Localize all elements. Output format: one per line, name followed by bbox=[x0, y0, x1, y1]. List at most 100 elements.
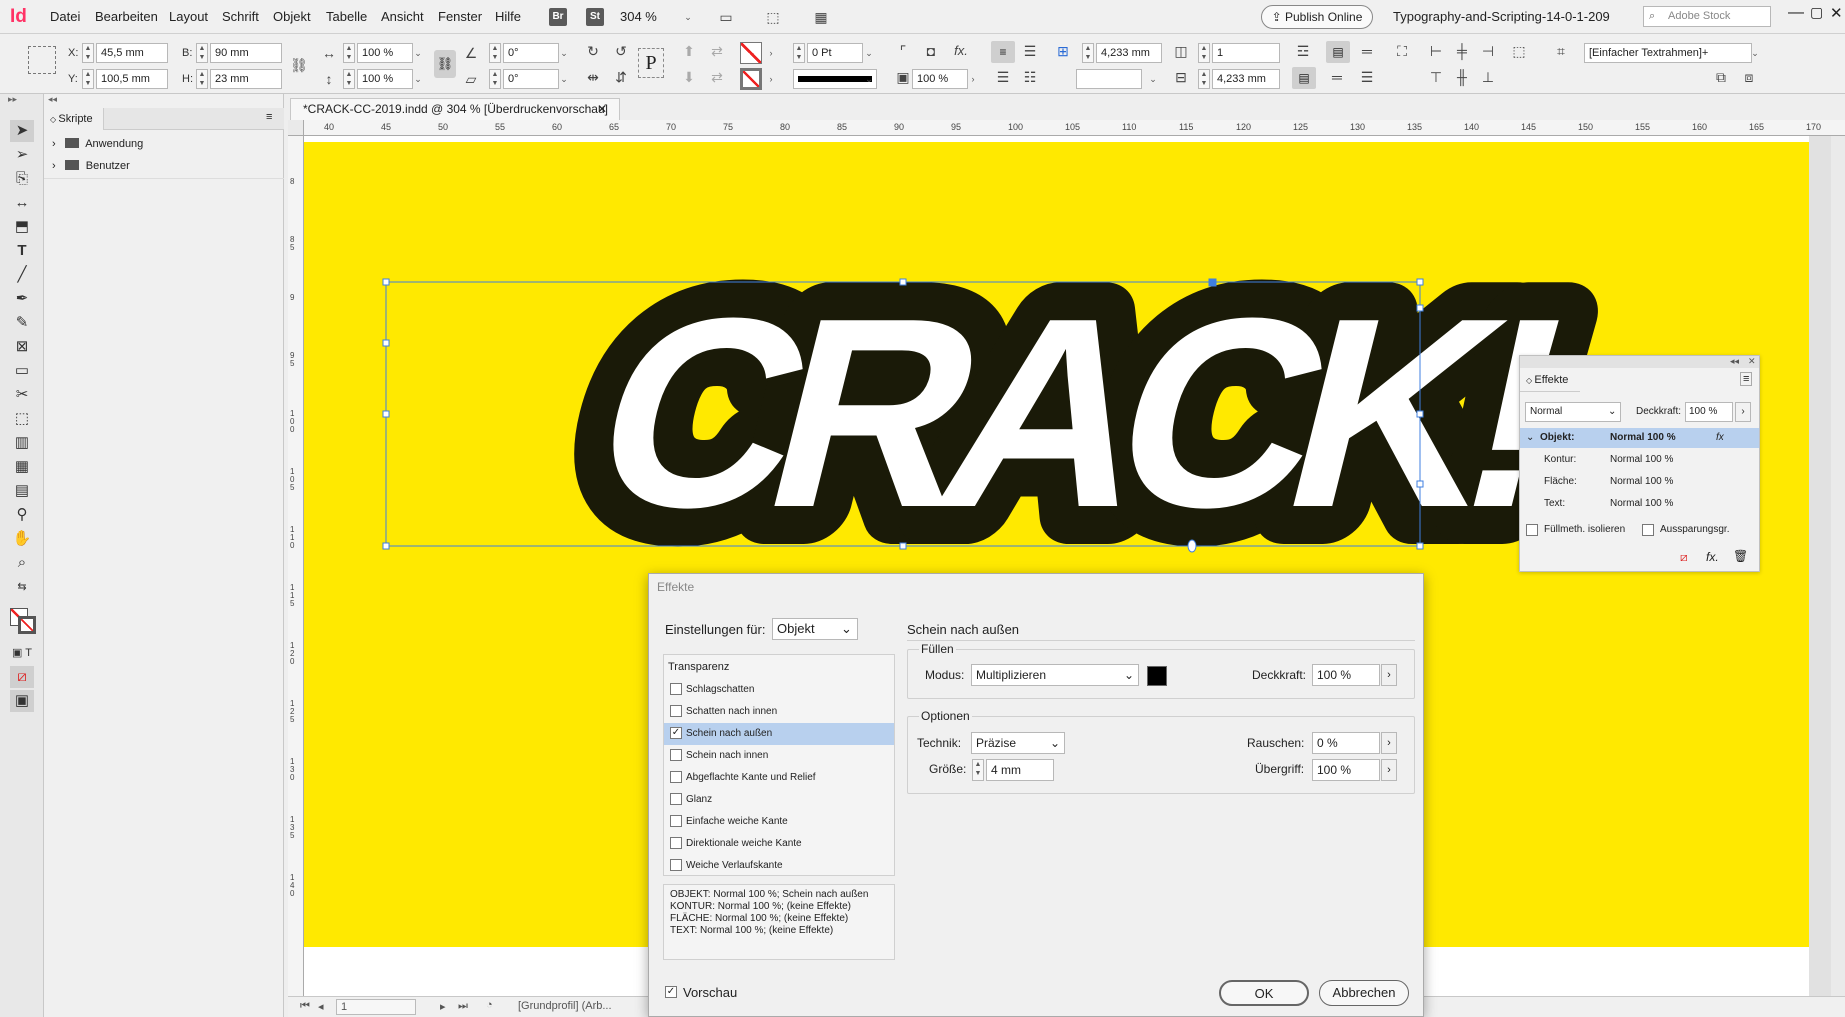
list-item[interactable]: › Anwendung bbox=[44, 134, 284, 154]
effect-checkbox[interactable] bbox=[670, 793, 682, 805]
free-transform-tool[interactable]: ⬚ bbox=[10, 408, 34, 430]
fx-icon[interactable]: fx. bbox=[950, 40, 972, 62]
align-v-center-icon[interactable]: ╫ bbox=[1451, 66, 1473, 88]
screen-mode-icon[interactable]: ▭ bbox=[715, 6, 737, 28]
vertical-align-button[interactable]: ▤ bbox=[1292, 67, 1316, 89]
chevron-right-icon[interactable]: › bbox=[764, 43, 778, 63]
column-width-stepper[interactable]: ▲ ▼ bbox=[1198, 69, 1210, 89]
effect-checkbox[interactable] bbox=[670, 859, 682, 871]
chevron-down-icon[interactable]: ⌄ bbox=[411, 69, 425, 89]
stock-button[interactable]: St bbox=[586, 8, 604, 26]
width-stepper[interactable]: ▲ ▼ bbox=[196, 43, 208, 63]
chevron-right-icon[interactable]: › bbox=[1381, 759, 1397, 781]
vertical-justify-button[interactable]: ▤ bbox=[1326, 41, 1350, 63]
size-stepper[interactable]: ▲ ▼ bbox=[972, 759, 984, 781]
selection-tool[interactable]: ➤ bbox=[10, 120, 34, 142]
menu-layout[interactable]: Layout bbox=[169, 9, 208, 24]
corner-options-icon[interactable]: ⌜ bbox=[892, 40, 914, 62]
note-tool[interactable]: ▤ bbox=[10, 480, 34, 502]
list-item[interactable]: › Benutzer bbox=[44, 156, 284, 176]
effect-item[interactable]: Einfache weiche Kante bbox=[664, 811, 894, 833]
apply-none-icon[interactable]: ⧄ bbox=[10, 666, 34, 688]
next-page-icon[interactable]: ▸ bbox=[440, 1000, 446, 1013]
menu-ansicht[interactable]: Ansicht bbox=[381, 9, 424, 24]
effect-checkbox[interactable] bbox=[670, 837, 682, 849]
select-previous-icon[interactable]: ⇄ bbox=[706, 40, 728, 62]
chevron-down-icon[interactable]: ⌄ bbox=[557, 43, 571, 63]
x-field[interactable]: 45,5 mm bbox=[96, 43, 168, 63]
baseline-field[interactable] bbox=[1076, 69, 1142, 89]
rectangle-tool[interactable]: ▭ bbox=[10, 360, 34, 382]
vertical-scrollbar[interactable] bbox=[1831, 136, 1845, 996]
menu-datei[interactable]: Datei bbox=[50, 9, 80, 24]
align-top-edges-icon[interactable]: ⊤ bbox=[1425, 66, 1447, 88]
menu-objekt[interactable]: Objekt bbox=[273, 9, 311, 24]
effect-item[interactable]: Direktionale weiche Kante bbox=[664, 833, 894, 855]
blend-mode-select[interactable]: Normal ⌄ bbox=[1525, 402, 1621, 422]
chevron-down-icon[interactable]: ⌄ bbox=[557, 69, 571, 89]
effects-row-object[interactable]: ⌄ Objekt: Normal 100 % fx bbox=[1520, 428, 1759, 448]
gradient-feather-tool[interactable]: ▦ bbox=[10, 456, 34, 478]
first-page-icon[interactable]: ⏮ bbox=[300, 1000, 310, 1013]
spread-field[interactable]: 100 % bbox=[1312, 759, 1380, 781]
align-top-button[interactable]: ≡ bbox=[991, 41, 1015, 63]
chevron-down-icon[interactable]: ⌄ bbox=[1526, 428, 1534, 448]
fill-opacity-field[interactable]: 100 % bbox=[1312, 664, 1380, 686]
preflight-icon[interactable]: ◔ bbox=[486, 999, 493, 1011]
chevron-down-icon[interactable]: ⌄ bbox=[411, 43, 425, 63]
formatting-container-icon[interactable]: ▣ T bbox=[10, 642, 34, 664]
column-width-field[interactable]: 4,233 mm bbox=[1212, 69, 1280, 89]
technique-select[interactable]: Präzise ⌄ bbox=[971, 732, 1065, 754]
link-scale-button[interactable]: ⛓ bbox=[434, 50, 456, 78]
flip-horizontal-icon[interactable]: ⇹ bbox=[582, 66, 604, 88]
y-field[interactable]: 100,5 mm bbox=[96, 69, 168, 89]
scale-y-stepper[interactable]: ▲ ▼ bbox=[343, 69, 355, 89]
effect-item[interactable]: Schlagschatten bbox=[664, 679, 894, 701]
close-window-button[interactable]: ✕ bbox=[1830, 4, 1843, 22]
menu-hilfe[interactable]: Hilfe bbox=[495, 9, 521, 24]
vertical-center-icon[interactable]: ═ bbox=[1356, 40, 1378, 62]
pencil-tool[interactable]: ✎ bbox=[10, 312, 34, 334]
workspace-switcher[interactable]: Typography-and-Scripting-14-0-1-209 bbox=[1393, 9, 1610, 24]
publish-online-button[interactable]: ⇪ Publish Online bbox=[1261, 5, 1373, 29]
ruler-corner[interactable] bbox=[288, 120, 304, 136]
swap-colors-icon[interactable]: ⇆ bbox=[10, 576, 34, 598]
vertical-bottom-icon[interactable]: ═ bbox=[1326, 66, 1348, 88]
object-style-select[interactable]: [Einfacher Textrahmen]+ bbox=[1584, 43, 1752, 63]
align-left-edges-icon[interactable]: ⊢ bbox=[1425, 40, 1447, 62]
chevron-down-icon[interactable]: ⌄ bbox=[1748, 43, 1762, 63]
page-number-select[interactable]: 1 bbox=[336, 999, 416, 1015]
scripts-tab[interactable]: ◇ Skripte bbox=[44, 108, 104, 130]
frame-fitting-icon[interactable]: ⌗ bbox=[1550, 40, 1572, 62]
chevron-down-icon[interactable]: ⌄ bbox=[862, 69, 876, 89]
screen-mode-icon[interactable]: ▣ bbox=[10, 690, 34, 712]
stroke-weight-field[interactable]: 0 Pt bbox=[807, 43, 863, 63]
width-field[interactable]: 90 mm bbox=[210, 43, 282, 63]
shear-stepper[interactable]: ▲ ▼ bbox=[489, 69, 501, 89]
minimize-button[interactable]: — bbox=[1788, 4, 1804, 22]
maximize-button[interactable]: ▢ bbox=[1810, 4, 1823, 21]
gap-tool[interactable]: ↔ bbox=[10, 192, 34, 214]
chevron-right-icon[interactable]: › bbox=[1381, 664, 1397, 686]
reference-point-icon[interactable] bbox=[28, 46, 56, 74]
opacity-field[interactable]: 100 % bbox=[1685, 402, 1733, 422]
align-justify-icon[interactable]: ☷ bbox=[1019, 66, 1041, 88]
chevron-down-icon[interactable]: ⌄ bbox=[862, 43, 876, 63]
columns-stepper[interactable]: ▲ ▼ bbox=[1198, 43, 1210, 63]
chevron-down-icon[interactable]: ⌄ bbox=[681, 7, 695, 27]
chevron-right-icon[interactable]: › bbox=[52, 160, 56, 172]
fx-icon[interactable]: fx bbox=[1716, 428, 1724, 448]
align-right-edges-icon[interactable]: ⊣ bbox=[1477, 40, 1499, 62]
panel-menu-icon[interactable]: ≡ bbox=[266, 111, 272, 123]
gutter-stepper[interactable]: ▲ ▼ bbox=[1082, 43, 1094, 63]
effects-row-fill[interactable]: Fläche: Normal 100 % bbox=[1520, 472, 1759, 492]
text-wrap-icon[interactable]: ☲ bbox=[1292, 40, 1314, 62]
align-bottom-edges-icon[interactable]: ⊥ bbox=[1477, 66, 1499, 88]
effect-item[interactable]: Schatten nach innen bbox=[664, 701, 894, 723]
select-container-icon[interactable]: ⬆ bbox=[678, 40, 700, 62]
chevron-right-icon[interactable]: › bbox=[52, 138, 56, 150]
last-page-icon[interactable]: ⏭ bbox=[458, 1000, 468, 1013]
height-stepper[interactable]: ▲ ▼ bbox=[196, 69, 208, 89]
effect-checkbox[interactable] bbox=[670, 771, 682, 783]
rotate-field[interactable]: 0° bbox=[503, 43, 559, 63]
